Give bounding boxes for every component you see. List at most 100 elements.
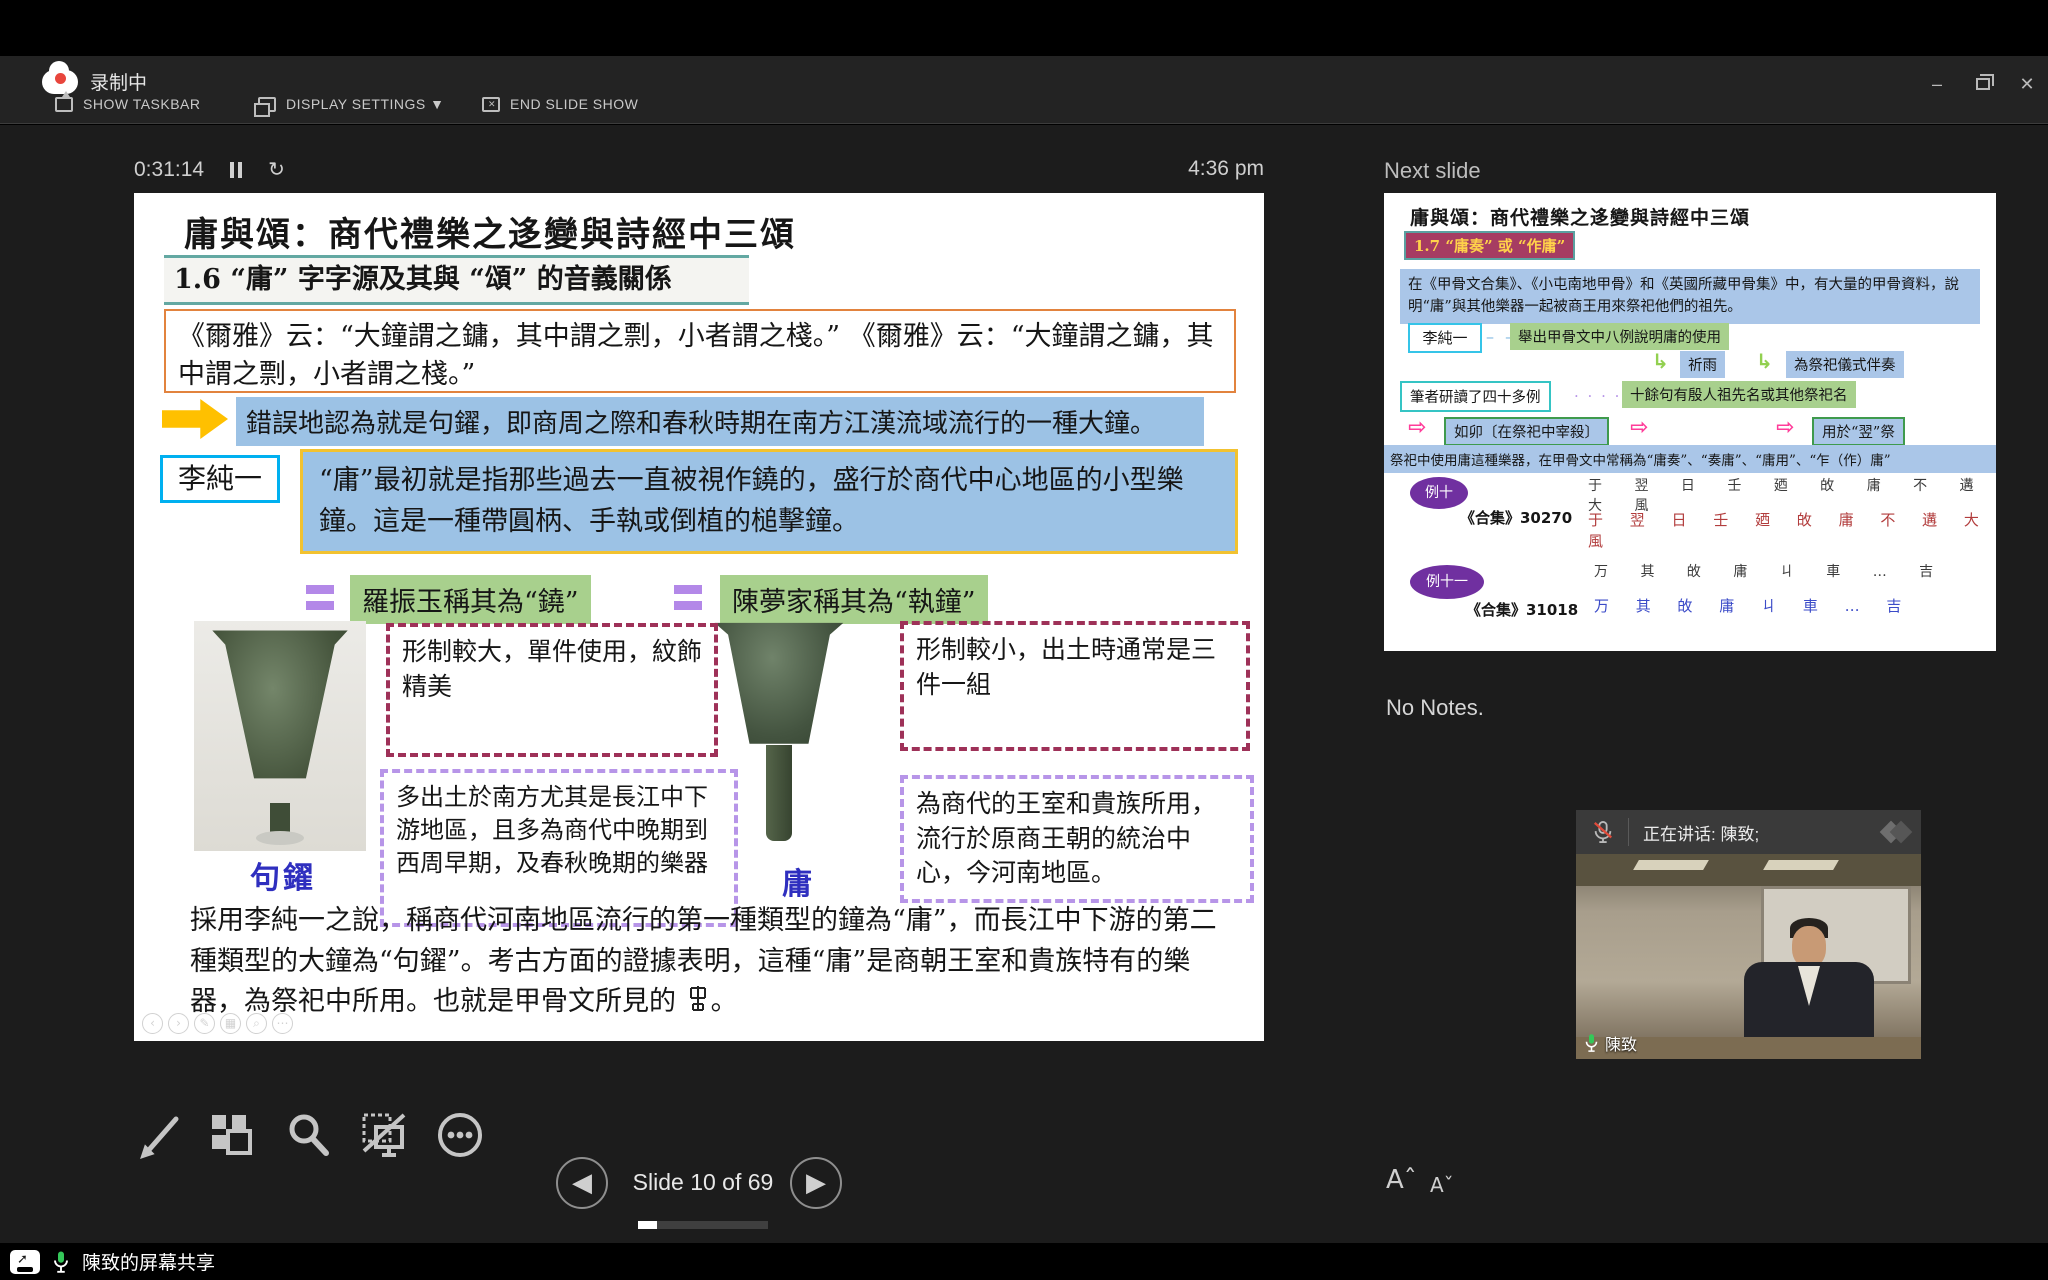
magnifier-button[interactable] <box>280 1107 336 1163</box>
luo-zhenyu-box: 羅振玉稱其為“鐃” <box>350 575 591 624</box>
restore-button[interactable] <box>1976 78 1990 90</box>
pause-timer-button[interactable] <box>230 162 242 178</box>
equals-icon <box>674 585 702 617</box>
elbow-arrow-icon: ↳ <box>1756 349 1773 373</box>
overlay-prev-icon: ‹ <box>142 1013 163 1034</box>
black-screen-button[interactable] <box>356 1107 412 1163</box>
display-settings-label: DISPLAY SETTINGS ▼ <box>286 96 445 112</box>
conclusion-paragraph: 採用李純一之說，稱商代河南地區流行的第一種類型的鐘為“庸”，而長江中下游的第二種… <box>190 901 1240 1023</box>
video-header: 正在讲话: 陳致; <box>1576 810 1921 854</box>
divider <box>1628 818 1629 846</box>
overlay-next-icon: › <box>168 1013 189 1034</box>
usage-terms-bar: 祭祀中使用庸這種樂器，在甲骨文中常稱為“庸奏”、“奏庸”、“庸用”、“乍（作）庸… <box>1384 445 1996 473</box>
current-slide[interactable]: 庸與頌：商代禮樂之迻變與詩經中三頌 1.6 “庸” 字字源及其與 “頌” 的音義… <box>134 193 1264 1041</box>
slide-title: 庸與頌：商代禮樂之迻變與詩經中三頌 <box>184 207 796 256</box>
speaking-label: 正在讲话: 陳致; <box>1643 820 1883 845</box>
speaker-name-overlay: 陳致 <box>1584 1031 1637 1055</box>
recording-label: 录制中 <box>90 68 147 95</box>
speaker-name: 陳致 <box>1605 1031 1637 1055</box>
end-slide-show-icon <box>482 97 500 112</box>
show-taskbar-button[interactable]: SHOW TASKBAR <box>55 96 201 112</box>
equals-icon <box>306 585 334 617</box>
yi-sacrifice-box: 用於“翌”祭 <box>1812 417 1905 446</box>
recording-indicator: 录制中 <box>42 68 147 95</box>
taskbar-icon <box>55 97 73 112</box>
minimize-button[interactable]: – <box>1922 74 1952 95</box>
mic-muted-icon <box>1592 820 1614 844</box>
li-chunyi-box: 李純一 <box>1408 323 1482 353</box>
previous-slide-button[interactable]: ◀ <box>556 1157 608 1209</box>
slide-counter: Slide 10 of 69 <box>628 1169 778 1196</box>
li-point-box: 舉出甲骨文中八例說明庸的使用 <box>1510 323 1729 350</box>
elbow-arrow-icon: ↳ <box>1652 349 1669 373</box>
share-status-bar: 陳致的屏幕共享 <box>0 1243 2048 1280</box>
titlebar: 录制中 SHOW TASKBAR DISPLAY SETTINGS ▼ END … <box>0 56 2048 124</box>
display-settings-button[interactable]: DISPLAY SETTINGS ▼ <box>258 96 445 112</box>
accompany-box: 為祭祀儀式伴奏 <box>1786 351 1904 378</box>
share-label: 陳致的屏幕共享 <box>82 1248 215 1275</box>
end-slide-show-button[interactable]: END SLIDE SHOW <box>482 96 638 112</box>
yong-label: 庸 <box>782 859 815 903</box>
gou-diao-label: 句鑃 <box>250 853 316 897</box>
pen-tool-button[interactable] <box>134 1107 190 1163</box>
timer-row: 0:31:14 ↻ <box>134 157 285 182</box>
example-10-badge: 例十 <box>1410 477 1468 509</box>
slide-sorter-button[interactable] <box>204 1107 260 1163</box>
overlay-sorter-icon: ▦ <box>220 1013 241 1034</box>
gou-diao-bell-image <box>194 621 366 851</box>
speaker-video-thumbnail[interactable]: 正在讲话: 陳致; 陳致 <box>1576 810 1921 1059</box>
next-slide-title: 庸與頌：商代禮樂之迻變與詩經中三頌 <box>1410 203 1750 230</box>
small-form-note: 形制較小，出土時通常是三件一組 <box>900 621 1250 751</box>
example-10-source: 《合集》30270 <box>1460 507 1572 528</box>
pink-arrow-icon: ⇨ <box>1776 415 1794 440</box>
example-11-source: 《合集》31018 <box>1466 599 1578 620</box>
more-options-button[interactable] <box>432 1107 488 1163</box>
increase-font-button[interactable]: Aˆ <box>1386 1165 1417 1195</box>
end-slide-show-label: END SLIDE SHOW <box>510 96 638 112</box>
cloud-record-icon <box>42 70 78 94</box>
overlay-pen-icon: ✎ <box>194 1013 215 1034</box>
conclusion-period: 。 <box>711 986 738 1017</box>
clock: 4:36 pm <box>1140 157 1264 181</box>
mic-active-icon <box>52 1250 70 1274</box>
yellow-arrow-icon <box>162 399 228 439</box>
li-chunyi-box: 李純一 <box>160 455 280 503</box>
mic-live-icon <box>1584 1033 1599 1053</box>
li-chunyi-quote: “庸”最初就是指那些過去一直被視作鐃的，盛行於商代中心地區的小型樂鐘。這是一種帶… <box>300 449 1238 554</box>
example-kill-box: 如卯〔在祭祀中宰殺〕 <box>1444 417 1609 446</box>
elapsed-time: 0:31:14 <box>134 158 204 182</box>
overlay-more-icon: ⋯ <box>272 1013 293 1034</box>
ancestors-box: 十餘句有殷人祖先名或其他祭祀名 <box>1622 381 1856 408</box>
presenter-workarea: 0:31:14 ↻ 4:36 pm 庸與頌：商代禮樂之迻變與詩經中三頌 1.6 … <box>0 125 2048 1243</box>
pink-arrow-icon: ⇨ <box>1408 415 1426 440</box>
next-slide-intro: 在《甲骨文合集》、《小屯南地甲骨》和《英國所藏甲骨集》中，有大量的甲骨資料，說明… <box>1400 269 1980 324</box>
next-slide-preview[interactable]: 庸與頌：商代禮樂之迻變與詩經中三頌 1.7 “庸奏” 或 “作庸” 在《甲骨文合… <box>1384 193 1996 651</box>
screen-share-icon <box>10 1250 40 1274</box>
overlay-zoom-icon: ⌕ <box>246 1013 267 1034</box>
presenter-view-window: 录制中 SHOW TASKBAR DISPLAY SETTINGS ▼ END … <box>0 0 2048 1280</box>
author-note-box: 筆者研讀了四十多例 <box>1400 381 1551 412</box>
close-button[interactable]: ✕ <box>2012 74 2042 95</box>
video-feed <box>1576 854 1921 1059</box>
slide-section-heading: 1.6 “庸” 字字源及其與 “頌” 的音義關係 <box>164 255 749 305</box>
next-slide-section-badge: 1.7 “庸奏” 或 “作庸” <box>1404 231 1575 260</box>
decrease-font-button[interactable]: Aˇ <box>1430 1173 1454 1197</box>
rain-box: 祈雨 <box>1680 351 1725 378</box>
slide-overlay-nav[interactable]: ‹›✎▦⌕⋯ <box>142 1013 293 1034</box>
royal-use-note: 為商代的王室和貴族所用，流行於原商王朝的統治中心，今河南地區。 <box>900 775 1254 903</box>
example-11-transcription: 万 其 敀 庸 ㄐ 車 … 吉 <box>1594 595 1912 616</box>
show-taskbar-label: SHOW TASKBAR <box>83 96 201 112</box>
app-logo-icon <box>1883 824 1909 840</box>
erya-quote-box: 《爾雅》云：“大鐘謂之鏞，其中謂之剽，小者謂之棧。” 《爾雅》云：“大鐘謂之鏞，… <box>164 309 1236 393</box>
example-11-oracle-row: 万 其 敀 庸 ㄐ 車 … 吉 <box>1594 561 1947 581</box>
example-10-transcription: 于 翌 日 壬 廼 敀 庸 不 遘 大 風 <box>1588 509 1996 551</box>
mistaken-note: 錯誤地認為就是句鑃，即商周之際和春秋時期在南方江漢流域流行的一種大鐘。 <box>236 397 1204 446</box>
oracle-glyph-yong <box>685 984 711 1014</box>
pink-arrow-icon: ⇨ <box>1630 415 1648 440</box>
example-11-badge: 例十一 <box>1410 565 1484 599</box>
display-settings-icon <box>258 97 276 112</box>
restart-timer-button[interactable]: ↻ <box>268 157 285 182</box>
slide-progress-bar[interactable] <box>638 1221 768 1229</box>
next-slide-button[interactable]: ▶ <box>790 1157 842 1209</box>
large-form-note: 形制較大，單件使用，紋飾精美 <box>386 623 718 757</box>
